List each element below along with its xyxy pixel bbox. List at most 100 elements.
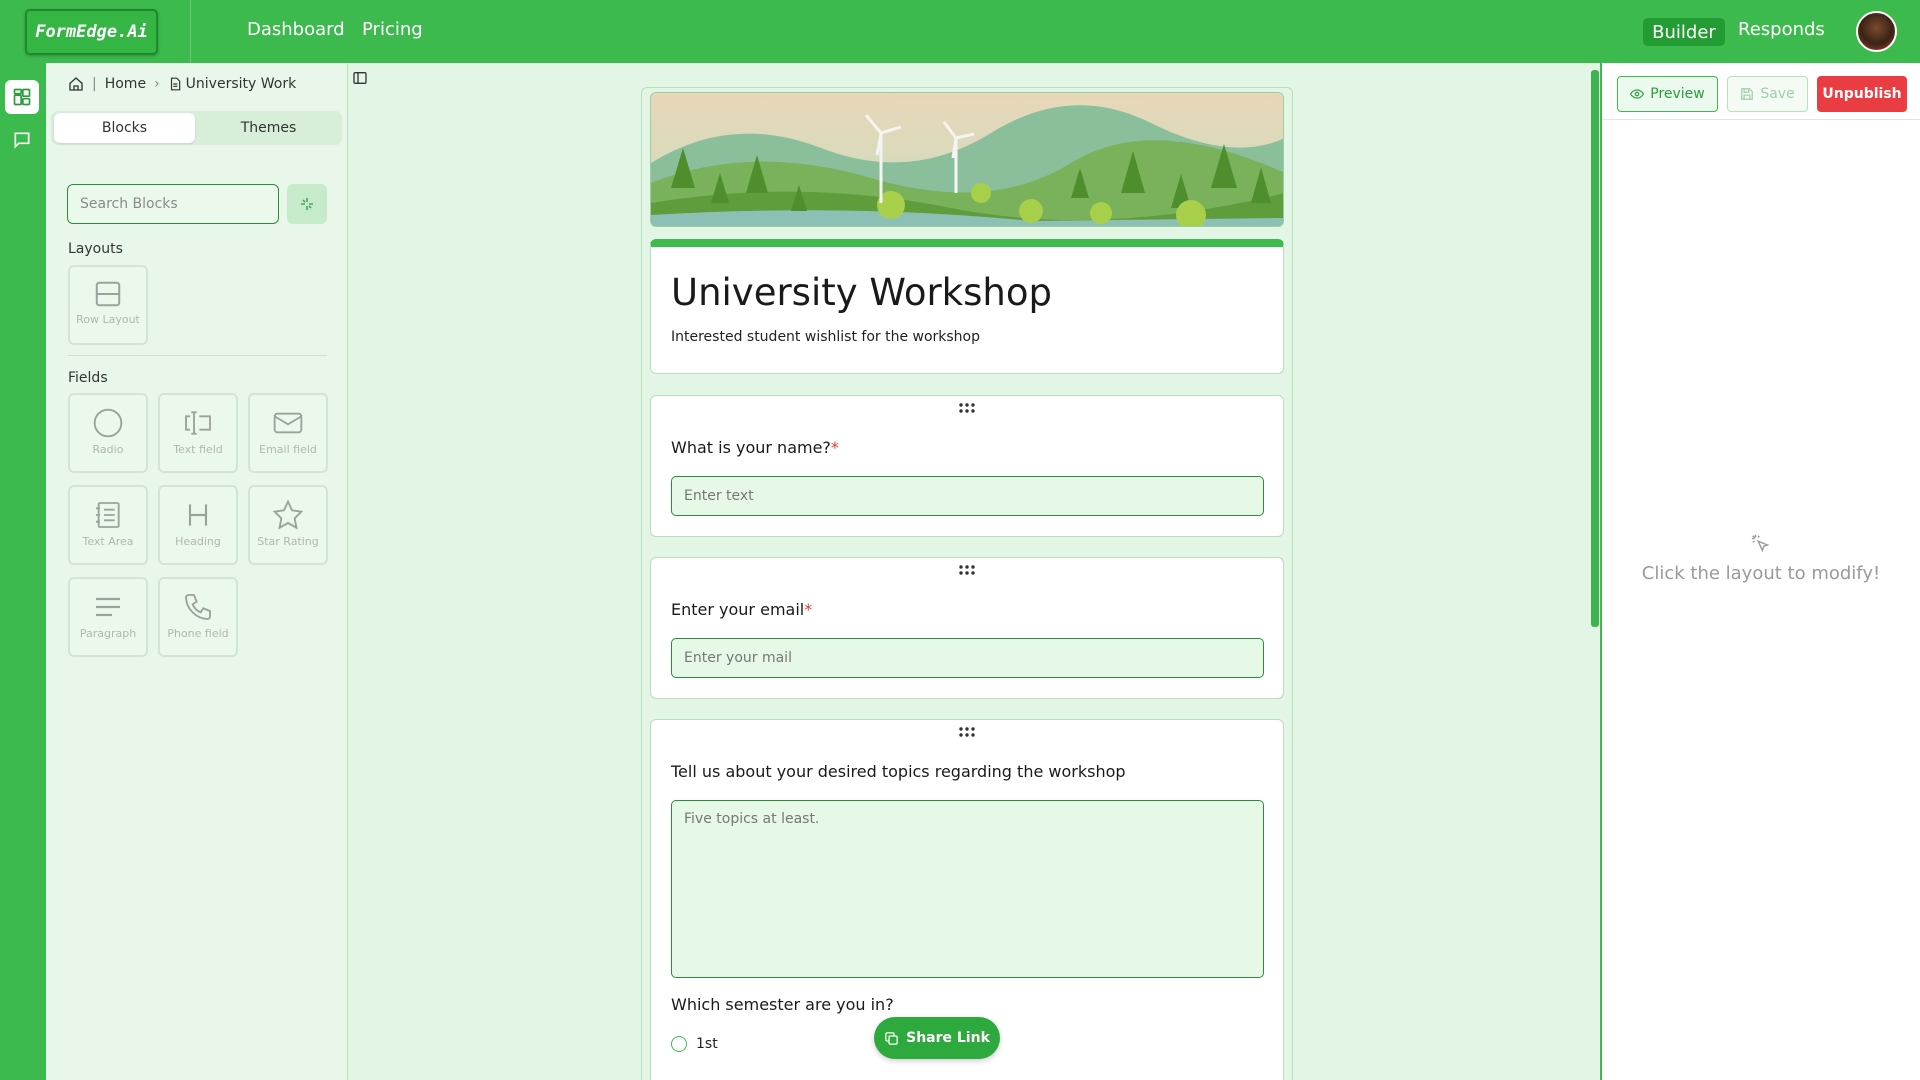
sidebar-tabs: Blocks Themes <box>51 111 342 145</box>
form-title[interactable]: University Workshop <box>671 271 1052 314</box>
breadcrumb-home-link[interactable]: Home <box>105 76 146 92</box>
phone-icon <box>185 594 211 620</box>
tab-blocks[interactable]: Blocks <box>54 113 195 143</box>
home-icon[interactable] <box>68 76 84 92</box>
share-link-label: Share Link <box>906 1030 990 1046</box>
empty-state-message: Click the layout to modify! <box>1641 563 1881 584</box>
sidebar-divider <box>68 355 327 356</box>
question-label: Tell us about your desired topics regard… <box>671 762 1126 781</box>
user-avatar[interactable] <box>1856 11 1897 52</box>
heading-icon <box>188 504 208 526</box>
nav-dashboard-link[interactable]: Dashboard <box>247 19 345 40</box>
row-layout-label: Row Layout <box>76 313 140 326</box>
star-icon <box>272 499 304 530</box>
question-label: Enter your email* <box>671 600 812 619</box>
question-text: Tell us about your desired topics regard… <box>671 762 1126 781</box>
unpublish-button[interactable]: Unpublish <box>1817 76 1907 112</box>
navbar-divider <box>190 0 191 63</box>
question-card-name[interactable]: What is your name?* <box>650 395 1284 537</box>
pointer-click-icon <box>1751 534 1770 553</box>
name-input[interactable] <box>671 476 1264 516</box>
paragraph-block-label: Paragraph <box>79 627 137 640</box>
question-text: Which semester are you in? <box>671 995 894 1014</box>
landscape-illustration <box>651 93 1283 226</box>
copy-icon <box>885 1031 898 1045</box>
left-icon-rail <box>0 63 46 1080</box>
radio-block-label: Radio <box>92 443 124 456</box>
question-card-email[interactable]: Enter your email* <box>650 557 1284 699</box>
unpublish-label: Unpublish <box>1822 86 1902 102</box>
heading-block[interactable]: Heading <box>158 485 238 565</box>
top-navbar: FormEdge.Ai Dashboard Pricing Builder Re… <box>0 0 1920 63</box>
text-field-icon <box>185 411 211 435</box>
builder-tab-button[interactable]: Builder <box>1643 18 1725 46</box>
responds-tab-button[interactable]: Responds <box>1738 19 1825 40</box>
text-area-block-label: Text Area <box>82 535 134 548</box>
question-label: Which semester are you in? <box>671 995 894 1014</box>
tab-themes[interactable]: Themes <box>198 113 339 143</box>
panel-toolbar: Preview Save Unpublish <box>1602 63 1920 120</box>
breadcrumb: | Home › University Work <box>68 76 296 92</box>
form-header-card[interactable]: University Workshop Interested student w… <box>650 239 1284 374</box>
breadcrumb-current: University Work <box>185 76 297 92</box>
email-field-block[interactable]: Email field <box>248 393 328 473</box>
email-icon <box>273 412 303 434</box>
star-rating-block-label: Star Rating <box>257 535 319 548</box>
row-layout-icon <box>95 281 121 307</box>
builder-label: Builder <box>1652 21 1716 43</box>
message-icon <box>14 132 30 149</box>
paragraph-block[interactable]: Paragraph <box>68 577 148 657</box>
question-text: Enter your email <box>671 600 805 619</box>
radio-option[interactable]: 1st <box>671 1036 718 1052</box>
text-area-block[interactable]: Text Area <box>68 485 148 565</box>
question-label: What is your name?* <box>671 438 839 457</box>
form-banner-image[interactable] <box>650 92 1284 227</box>
paragraph-icon <box>96 597 120 617</box>
fields-heading: Fields <box>68 370 108 386</box>
sidebar-toggle-icon[interactable] <box>352 70 368 86</box>
share-link-button[interactable]: Share Link <box>874 1017 1000 1059</box>
preview-button[interactable]: Preview <box>1617 76 1718 112</box>
layouts-heading: Layouts <box>68 241 123 257</box>
text-area-icon <box>96 502 120 528</box>
star-rating-block[interactable]: Star Rating <box>248 485 328 565</box>
blocks-icon <box>13 88 31 106</box>
question-text: What is your name? <box>671 438 831 457</box>
topics-textarea[interactable] <box>671 800 1264 978</box>
eye-icon <box>1630 89 1645 99</box>
file-icon <box>170 77 180 91</box>
radio-button[interactable] <box>671 1036 687 1052</box>
drag-handle-icon[interactable] <box>958 402 976 414</box>
heading-block-label: Heading <box>175 535 221 548</box>
sparkle-icon <box>301 198 313 210</box>
required-asterisk: * <box>804 600 813 619</box>
radio-icon <box>93 408 123 438</box>
form-description[interactable]: Interested student wishlist for the work… <box>671 329 980 345</box>
email-input[interactable] <box>671 638 1264 678</box>
nav-pricing-link[interactable]: Pricing <box>362 19 423 40</box>
search-blocks-input[interactable] <box>67 184 279 224</box>
ai-generate-button[interactable] <box>287 184 327 224</box>
comments-rail-button[interactable] <box>5 123 39 157</box>
app-logo-text: FormEdge.Ai <box>35 22 148 42</box>
email-field-block-label: Email field <box>259 443 317 456</box>
app-logo[interactable]: FormEdge.Ai <box>25 9 158 55</box>
canvas-scrollbar[interactable] <box>1591 70 1599 627</box>
drag-handle-icon[interactable] <box>958 564 976 576</box>
breadcrumb-chevron-icon: › <box>154 76 160 92</box>
text-field-block-label: Text field <box>173 443 223 456</box>
required-asterisk: * <box>830 438 839 457</box>
phone-field-block[interactable]: Phone field <box>158 577 238 657</box>
preview-label: Preview <box>1650 86 1705 102</box>
radio-option-label: 1st <box>696 1036 718 1052</box>
drag-handle-icon[interactable] <box>958 726 976 738</box>
row-layout-block[interactable]: Row Layout <box>68 265 148 345</box>
phone-field-block-label: Phone field <box>167 627 229 640</box>
text-field-block[interactable]: Text field <box>158 393 238 473</box>
save-label: Save <box>1760 86 1795 102</box>
properties-panel: Preview Save Unpublish Click the layout … <box>1600 63 1920 1080</box>
blocks-rail-button[interactable] <box>5 80 39 114</box>
save-button[interactable]: Save <box>1727 76 1808 112</box>
radio-block[interactable]: Radio <box>68 393 148 473</box>
breadcrumb-bar: | <box>92 76 97 92</box>
